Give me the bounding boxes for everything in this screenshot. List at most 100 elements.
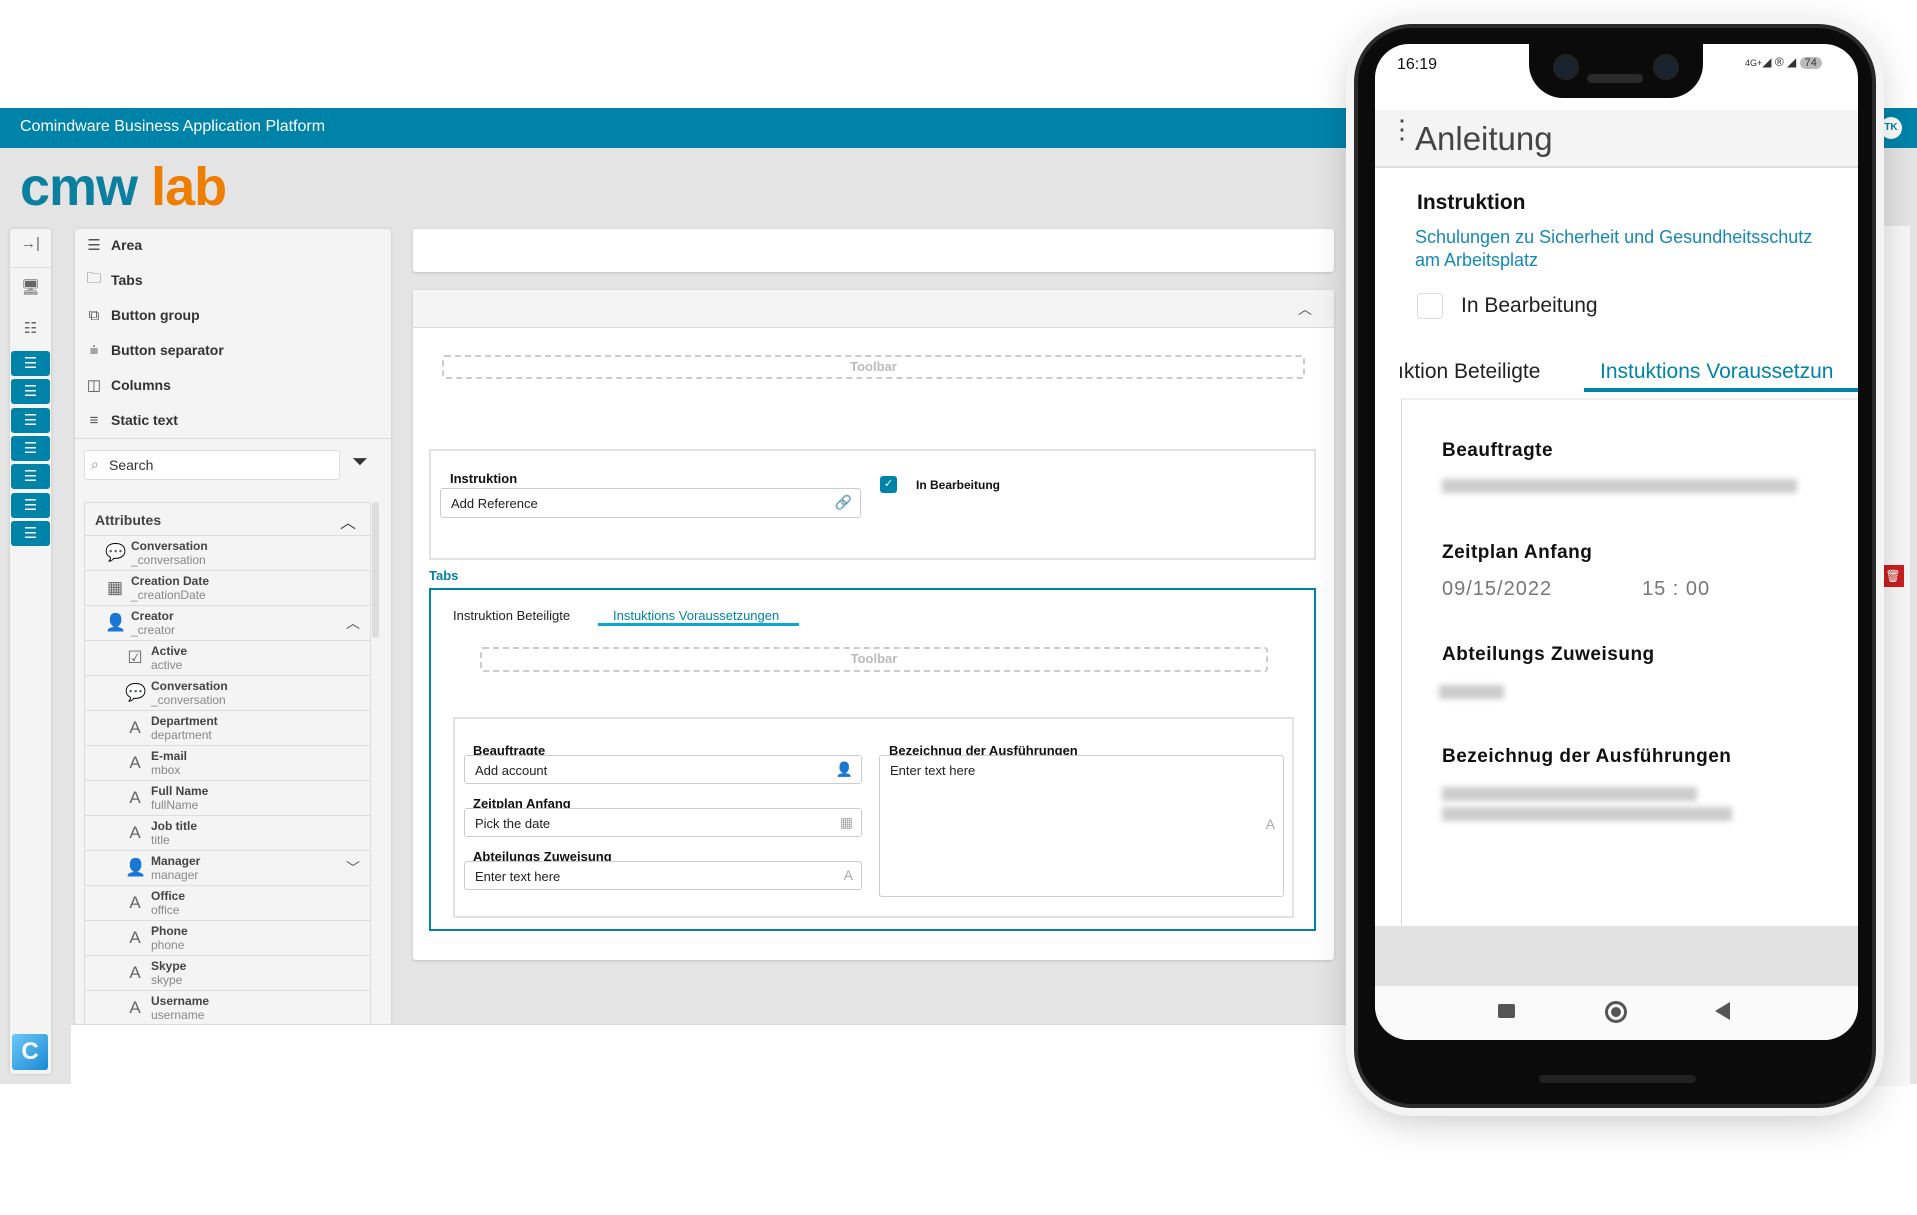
instruktion-reference-input[interactable]: Add Reference 🔗: [440, 488, 861, 518]
palette-item-area[interactable]: ☰ Area: [83, 230, 142, 260]
checklist-icon[interactable]: ☷: [10, 314, 51, 344]
attribute-name: Conversation: [151, 679, 228, 693]
text-icon: A: [843, 867, 853, 883]
attribute-name: E-mail: [151, 749, 188, 763]
tab-instuktions-voraussetzungen[interactable]: Instuktions Voraussetzungen: [613, 608, 779, 623]
attribute-name: Skype: [151, 959, 187, 973]
component-palette: ☰ Area 🗀 Tabs ⧉ Button group ⩧ Button separator…: [75, 229, 391, 1024]
mobile-in-bearbeitung-checkbox[interactable]: [1417, 293, 1443, 319]
speaker: [1587, 74, 1643, 83]
attribute-row[interactable]: A Job title title: [84, 816, 371, 851]
home-icon[interactable]: [1605, 1001, 1627, 1023]
delete-button[interactable]: 🗑: [1882, 565, 1904, 587]
attribute-row[interactable]: A Skype skype: [84, 956, 371, 991]
toolbar-placeholder[interactable]: Toolbar: [442, 355, 1305, 379]
attribute-type-icon: A: [129, 963, 141, 982]
attribute-name: Full Name: [151, 784, 209, 798]
attribute-row[interactable]: 💬 Conversation _conversation: [84, 536, 371, 571]
attribute-key: _conversation: [151, 693, 226, 707]
mobile-tab-instruktion-beteiligte[interactable]: ıktion Beteiligte: [1398, 360, 1540, 384]
chevron-up-icon[interactable]: ︿: [1298, 299, 1312, 319]
attributes-header[interactable]: Attributes ︿: [84, 502, 371, 536]
list-icon[interactable]: ☰: [11, 492, 50, 518]
filter-icon[interactable]: ⏷: [352, 451, 368, 474]
attribute-row[interactable]: A Phone phone: [84, 921, 371, 956]
blurred-value: [1442, 787, 1697, 801]
bezeichnung-textarea[interactable]: Enter text here A: [879, 755, 1284, 897]
abteilung-input[interactable]: Enter text here A: [464, 861, 862, 890]
mobile-zeitplan-date[interactable]: 09/15/2022: [1442, 578, 1552, 601]
attribute-row[interactable]: A Full Name fullName: [84, 781, 371, 816]
attribute-key: fullName: [151, 798, 199, 812]
list-icon[interactable]: ☰: [11, 351, 50, 376]
list-icon[interactable]: ☰: [11, 435, 50, 461]
palette-icon: ⧉: [88, 306, 100, 324]
attribute-row[interactable]: 💬 Conversation _conversation: [84, 676, 371, 711]
back-icon[interactable]: [1715, 1002, 1730, 1020]
attribute-row[interactable]: ▦ Creation Date _creationDate: [84, 571, 371, 606]
chevron-up-icon[interactable]: ︿: [346, 613, 360, 633]
attribute-key: _creator: [131, 623, 176, 637]
chevron-up-icon[interactable]: ︿: [340, 509, 356, 533]
tab-instruktion-beteiligte[interactable]: Instruktion Beteiligte: [453, 608, 570, 623]
user-icon: 👤: [835, 761, 853, 777]
attribute-row[interactable]: A Office office: [84, 886, 371, 921]
list-icon[interactable]: ☰: [11, 520, 50, 546]
palette-item-columns[interactable]: ◫ Columns: [83, 370, 171, 400]
attribute-type-icon: A: [129, 718, 141, 737]
mobile-tab-instuktions-voraussetzungen[interactable]: Instuktions Voraussetzun: [1600, 360, 1833, 384]
calendar-icon[interactable]: ▦: [840, 814, 853, 831]
palette-item-static-text[interactable]: ≡ Static text: [83, 405, 178, 435]
blurred-value: [1439, 685, 1504, 699]
attribute-name: Manager: [151, 854, 201, 868]
palette-item-tabs[interactable]: 🗀 Tabs: [83, 265, 142, 295]
android-nav-bar: [1375, 986, 1858, 1040]
attribute-row[interactable]: 👤 Manager manager ﹀: [84, 851, 371, 886]
fields-area: Beauftragte Add account 👤 Zeitplan Anfang…: [453, 717, 1294, 918]
mobile-bezeichnung-label: Bezeichnug der Ausführungen: [1442, 746, 1732, 767]
tabs-label: Tabs: [429, 568, 459, 583]
chevron-down-icon[interactable]: ﹀: [346, 858, 360, 878]
attribute-type-icon: ☑: [127, 648, 143, 667]
palette-item-label: Columns: [111, 377, 171, 393]
attribute-key: title: [151, 833, 170, 847]
attribute-name: Creation Date: [131, 574, 210, 588]
recents-icon[interactable]: [1498, 1004, 1515, 1018]
list-icon[interactable]: ☰: [11, 464, 50, 490]
bottom-panel: [71, 1024, 1371, 1084]
beauftragte-input[interactable]: Add account 👤: [464, 755, 862, 784]
desktop-icon[interactable]: 🖥: [10, 273, 51, 303]
header-drop-area[interactable]: [413, 229, 1334, 272]
collapse-icon[interactable]: →|: [10, 229, 51, 259]
palette-item-label: Button separator: [111, 342, 224, 358]
attribute-row[interactable]: A Department department: [84, 711, 371, 746]
palette-item-button-group[interactable]: ⧉ Button group: [83, 300, 200, 330]
attribute-key: _creationDate: [131, 588, 206, 602]
mobile-zeitplan-time[interactable]: 15 : 00: [1642, 578, 1710, 601]
avatar[interactable]: TK: [1880, 117, 1902, 139]
attribute-key: manager: [151, 868, 199, 882]
list-icon[interactable]: ☰: [11, 379, 50, 405]
attribute-type-icon: 👤: [105, 613, 127, 632]
list-icon[interactable]: ☰: [11, 407, 50, 433]
attribute-name: Username: [151, 994, 210, 1008]
more-menu-icon[interactable]: ⋮: [1389, 116, 1415, 142]
scrollbar[interactable]: [372, 502, 379, 638]
in-bearbeitung-checkbox[interactable]: ✓: [880, 476, 897, 493]
zeitplan-date-input[interactable]: Pick the date ▦: [464, 808, 862, 837]
mobile-instruktion-link[interactable]: Schulungen zu Sicherheit und Gesundheits…: [1415, 226, 1835, 272]
attribute-row[interactable]: A E-mail mbox: [84, 746, 371, 781]
attribute-row[interactable]: A Username username: [84, 991, 371, 1024]
palette-icon: 🗀: [86, 269, 102, 287]
attribute-row[interactable]: ☑ Active active: [84, 641, 371, 676]
phone-home-indicator: [1539, 1075, 1696, 1083]
comindware-button[interactable]: C: [12, 1034, 48, 1070]
form-designer-card: ︿ Toolbar Instruktion Add Reference 🔗 ✓ I…: [413, 290, 1334, 960]
attribute-type-icon: A: [129, 893, 141, 912]
toolbar-placeholder-inner[interactable]: Toolbar: [480, 647, 1268, 672]
left-toolbar: →| 🖥 ☷ C ☰ ☰ ☰ ☰ ☰ ☰ ☰: [10, 229, 51, 1074]
palette-item-button-separator[interactable]: ⩧ Button separator: [83, 335, 224, 365]
attribute-row[interactable]: 👤 Creator _creator ︿: [84, 606, 371, 641]
search-input[interactable]: ⌕ Search: [84, 450, 340, 480]
mobile-beauftragte-label: Beauftragte: [1442, 440, 1554, 461]
